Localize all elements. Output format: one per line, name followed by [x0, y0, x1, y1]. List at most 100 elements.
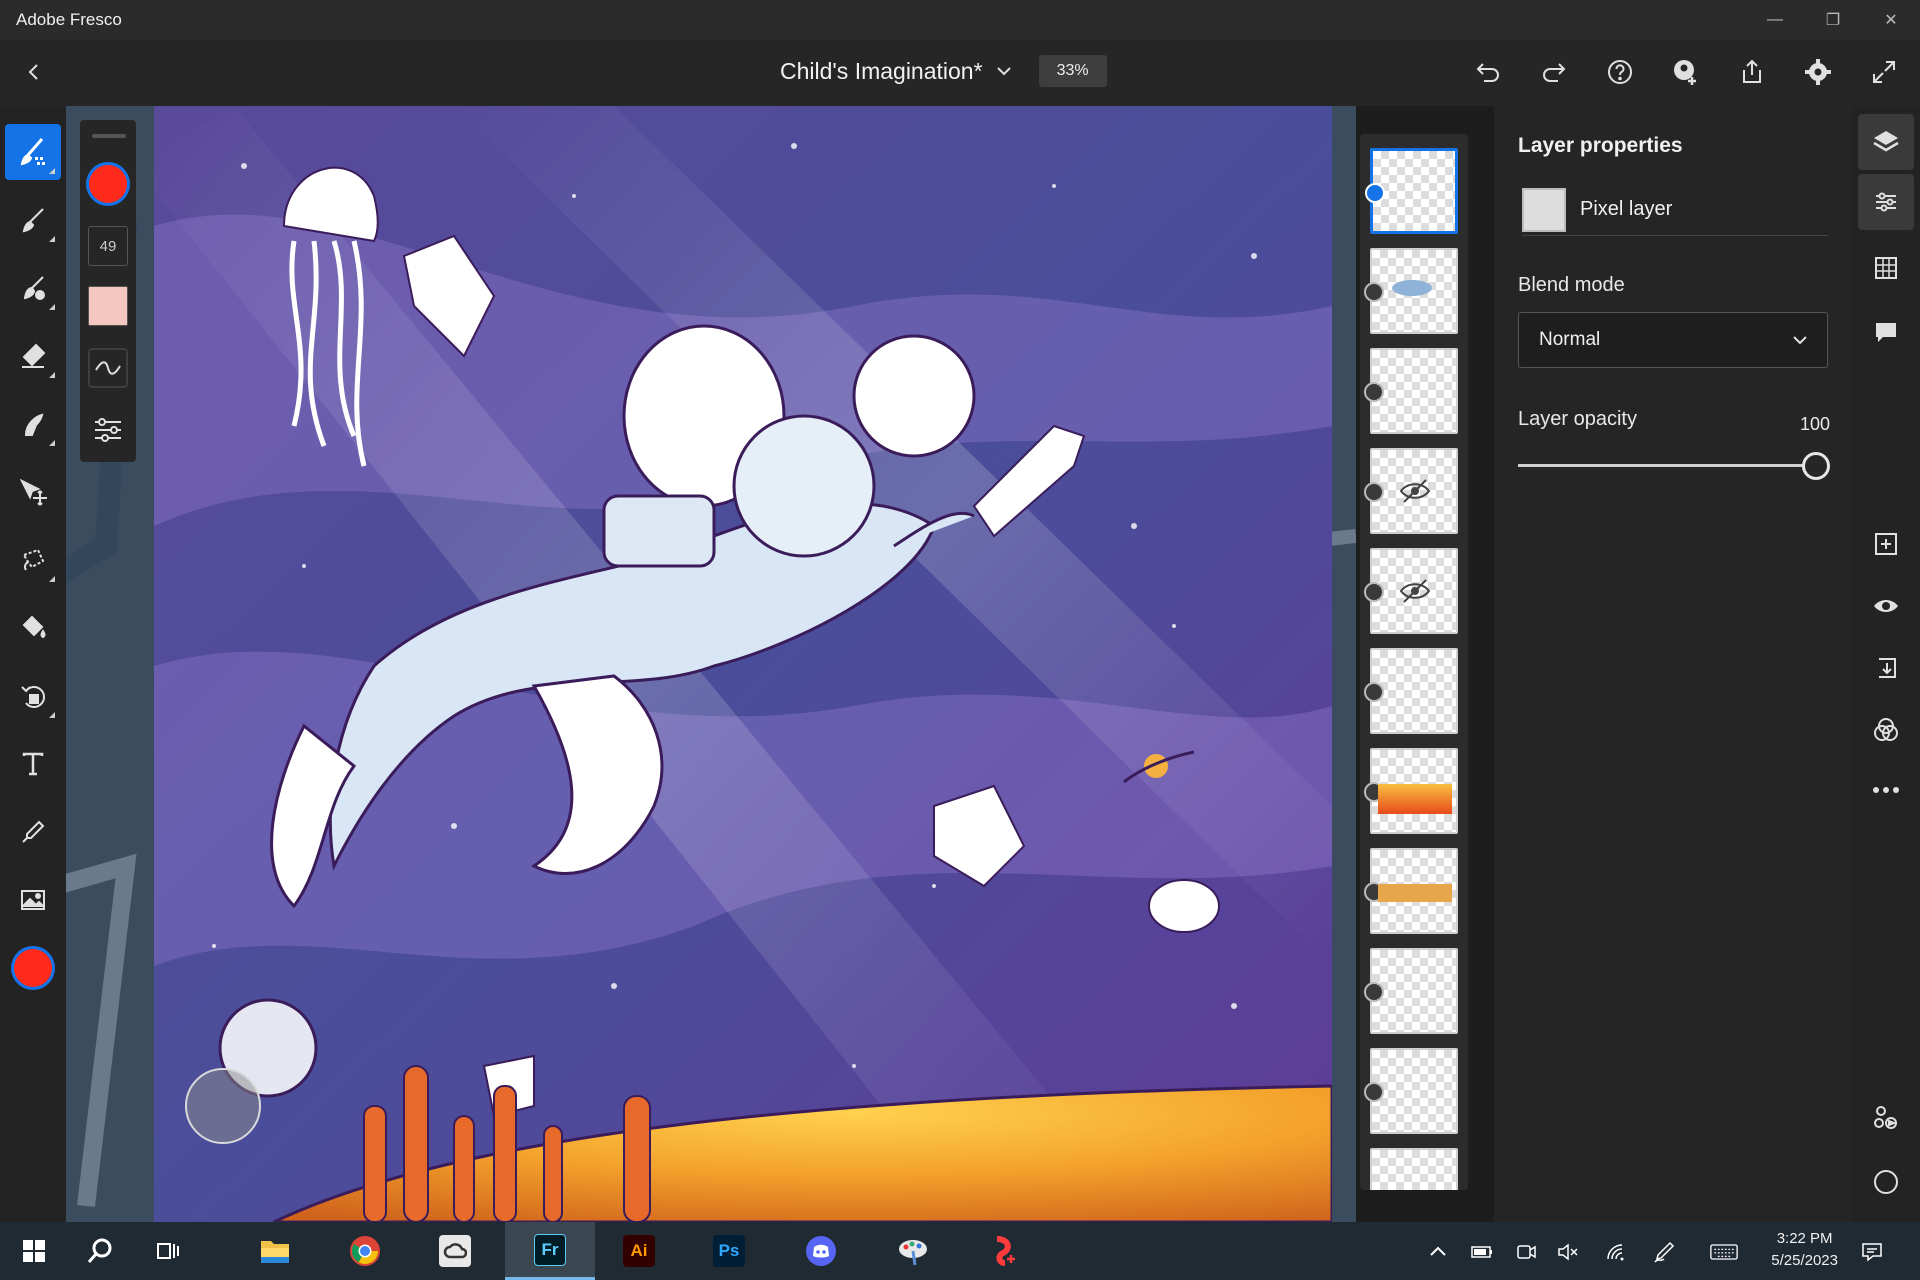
settings-button[interactable] [1796, 50, 1840, 94]
touch-modifier-button[interactable] [185, 1068, 261, 1144]
layer-thumb-9[interactable] [1364, 948, 1458, 1034]
smudge-tool[interactable] [5, 396, 61, 452]
start-button[interactable] [0, 1222, 68, 1280]
taskbar-creative-cloud[interactable] [410, 1222, 500, 1280]
layer-thumb-7[interactable] [1364, 748, 1458, 834]
live-stream-button[interactable] [1858, 1090, 1914, 1146]
layer-thumb-8[interactable] [1364, 848, 1458, 934]
redo-icon [1543, 63, 1566, 82]
touch-shortcut-button[interactable] [1858, 1154, 1914, 1210]
layer-drag-handle[interactable] [1364, 982, 1384, 1002]
layer-thumb-2[interactable] [1364, 248, 1458, 334]
layer-properties-button[interactable] [1858, 174, 1914, 230]
color-picker-tool[interactable] [5, 940, 61, 996]
tray-pen[interactable] [1650, 1238, 1678, 1266]
taskbar-photoshop[interactable]: Ps [684, 1222, 774, 1280]
live-brush-tool[interactable] [5, 192, 61, 248]
layer-drag-handle[interactable] [1364, 1082, 1384, 1102]
layer-thumb-5[interactable] [1364, 548, 1458, 634]
close-button[interactable]: ✕ [1862, 0, 1920, 40]
layer-drag-handle[interactable] [1364, 482, 1384, 502]
tray-wifi[interactable] [1602, 1238, 1630, 1266]
layers-panel-button[interactable] [1858, 114, 1914, 170]
tray-notifications[interactable] [1858, 1238, 1886, 1266]
opacity-slider-track[interactable] [1518, 464, 1816, 467]
layer-thumb-4[interactable] [1364, 448, 1458, 534]
transform-tool[interactable] [5, 668, 61, 724]
fill-tool[interactable] [5, 600, 61, 656]
artwork-canvas[interactable] [154, 106, 1332, 1222]
pixel-brush-tool[interactable] [5, 124, 61, 180]
blend-button[interactable] [1858, 702, 1914, 758]
minimize-button[interactable]: — [1746, 0, 1804, 40]
tray-touch-keyboard[interactable] [1710, 1238, 1738, 1266]
brush-color-swatch[interactable] [84, 160, 132, 208]
more-button[interactable] [1858, 762, 1914, 818]
brush-flow-swatch[interactable] [88, 286, 128, 326]
zoom-level[interactable]: 33% [1038, 55, 1107, 87]
taskbar-clock[interactable]: 3:22 PM 5/25/2023 [1771, 1228, 1838, 1272]
opacity-value[interactable]: 100 [1800, 414, 1830, 435]
toggle-visibility-button[interactable] [1858, 578, 1914, 634]
tray-meet-now[interactable] [1512, 1238, 1540, 1266]
brush-settings-button[interactable] [90, 412, 126, 453]
taskbar-file-explorer[interactable] [230, 1222, 320, 1280]
tray-overflow-button[interactable] [1424, 1238, 1452, 1266]
merge-down-button[interactable] [1858, 640, 1914, 696]
fullscreen-button[interactable] [1862, 50, 1906, 94]
chevron-down-icon[interactable] [995, 62, 1013, 80]
layer-thumb-11[interactable] [1370, 1148, 1458, 1190]
taskbar-discord[interactable] [776, 1222, 866, 1280]
selection-tool[interactable] [5, 532, 61, 588]
flyout-indicator [49, 168, 55, 174]
layer-drag-handle[interactable] [1364, 282, 1384, 302]
brush-smoothing-button[interactable] [88, 348, 128, 393]
undo-button[interactable] [1466, 50, 1510, 94]
back-button[interactable] [16, 54, 52, 90]
document-title[interactable]: Child's Imagination* [780, 58, 983, 85]
taskbar-illustrator[interactable]: Ai [594, 1222, 684, 1280]
layer-thumb-1[interactable] [1365, 148, 1458, 234]
taskbar-paint[interactable] [868, 1222, 958, 1280]
comments-button[interactable] [1858, 304, 1914, 360]
windows-taskbar: Fr Ai Ps 3:22 PM 5/25/2023 [0, 1222, 1920, 1280]
layer-drag-handle[interactable] [1364, 682, 1384, 702]
help-button[interactable] [1598, 50, 1642, 94]
folder-icon [261, 1241, 289, 1263]
eyedropper-tool[interactable] [5, 804, 61, 860]
taskbar-fresco[interactable]: Fr [505, 1222, 595, 1280]
eraser-tool[interactable] [5, 328, 61, 384]
type-tool[interactable] [5, 736, 61, 792]
layer-drag-handle[interactable] [1364, 382, 1384, 402]
layer-drag-handle[interactable] [1364, 582, 1384, 602]
blend-mode-dropdown[interactable]: Normal [1518, 312, 1828, 368]
add-layer-button[interactable] [1858, 516, 1914, 572]
panel-grip[interactable] [92, 134, 126, 138]
redo-button[interactable] [1532, 50, 1576, 94]
layer-thumb-6[interactable] [1364, 648, 1458, 734]
restore-button[interactable]: ❐ [1804, 0, 1862, 40]
brush-size-field[interactable]: 49 [88, 226, 128, 266]
move-tool[interactable] [5, 464, 61, 520]
layer-drag-handle[interactable] [1365, 183, 1385, 203]
settings-icon [1805, 59, 1831, 85]
spark-icon [996, 1236, 1015, 1266]
taskbar-spark[interactable] [958, 1222, 1048, 1280]
layer-thumb-3[interactable] [1364, 348, 1458, 434]
grid-button[interactable] [1858, 240, 1914, 296]
taskbar-chrome[interactable] [320, 1222, 410, 1280]
task-view-button[interactable] [128, 1222, 208, 1280]
vector-brush-tool[interactable] [5, 260, 61, 316]
place-image-tool[interactable] [5, 872, 61, 928]
share-button[interactable] [1730, 50, 1774, 94]
flyout-indicator [49, 304, 55, 310]
eraser-icon [22, 343, 46, 368]
tray-battery[interactable] [1468, 1238, 1496, 1266]
tray-volume[interactable] [1554, 1238, 1582, 1266]
invite-button[interactable] [1664, 50, 1708, 94]
live-brush-icon [22, 208, 44, 233]
opacity-label: Layer opacity [1518, 408, 1637, 430]
layer-thumb-10[interactable] [1364, 1048, 1458, 1134]
opacity-slider-thumb[interactable] [1802, 452, 1830, 480]
canvas-area[interactable] [66, 106, 1356, 1222]
